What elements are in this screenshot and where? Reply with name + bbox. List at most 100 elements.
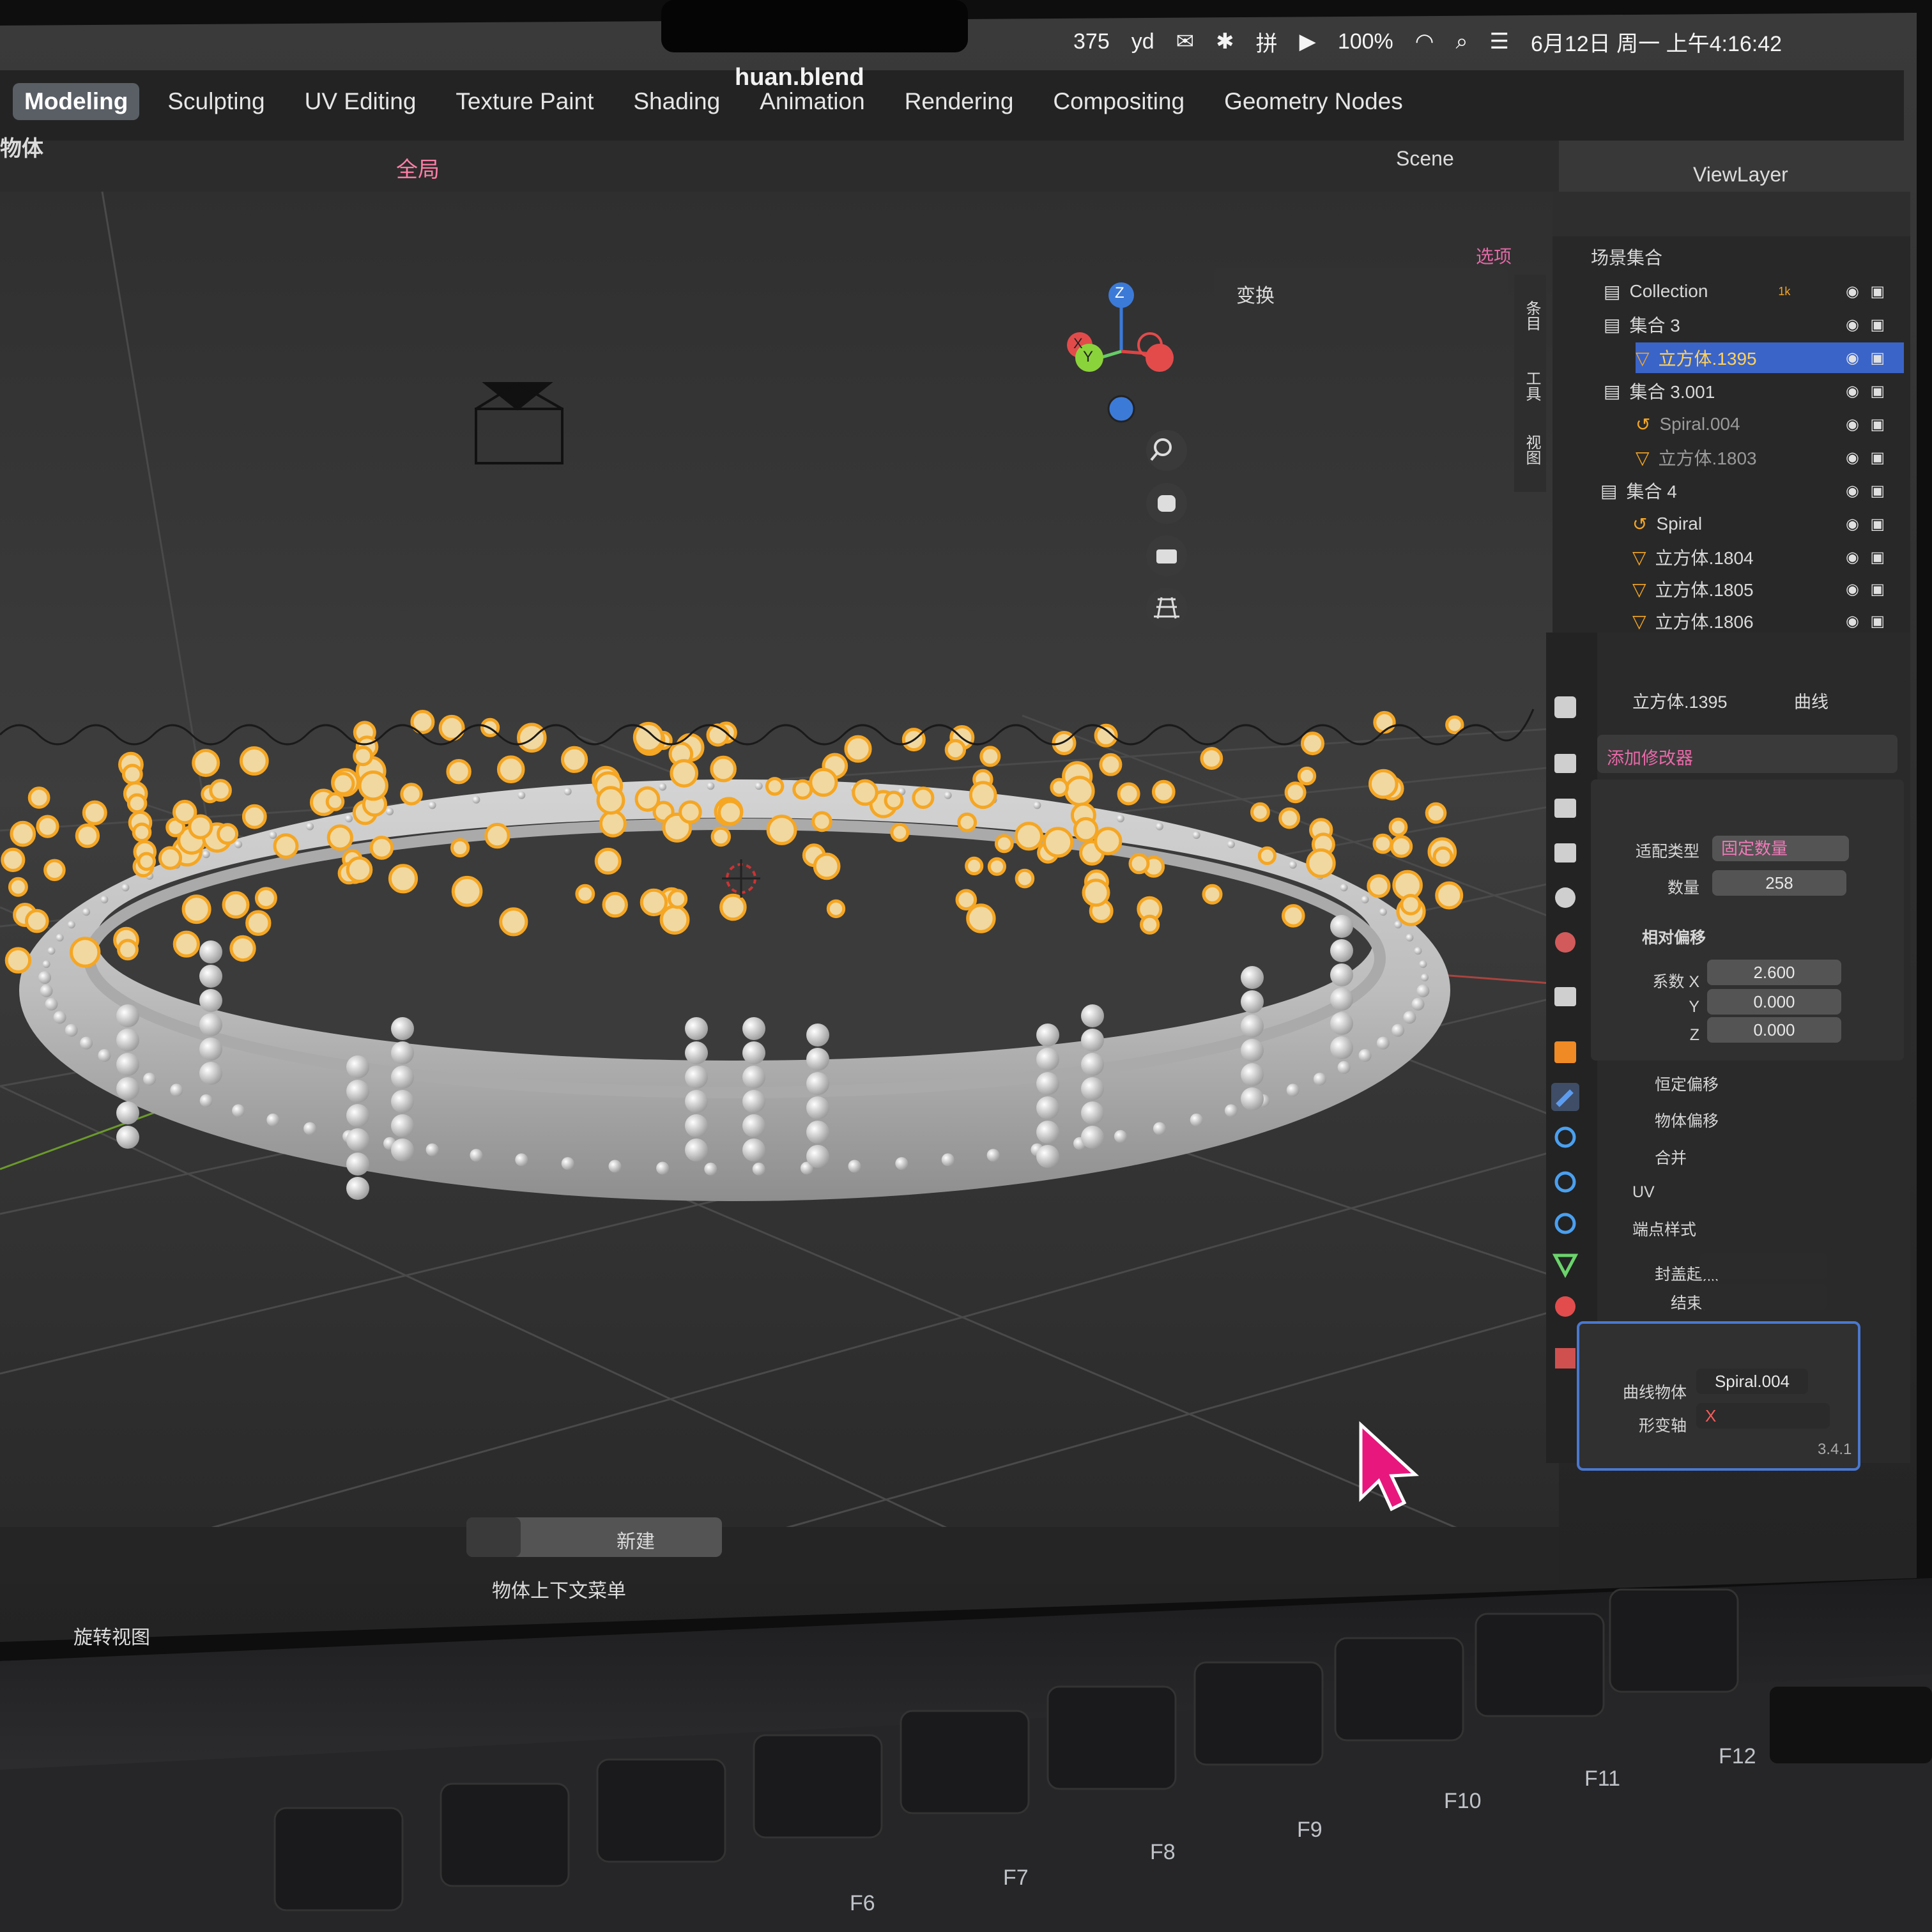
selected-vertex[interactable] [369,836,394,860]
selected-vertex[interactable] [561,746,588,773]
selected-vertex[interactable] [229,935,256,962]
selected-vertex[interactable] [957,812,977,832]
outliner-root[interactable]: 场景集合 [1591,241,1662,272]
selected-vertex[interactable] [75,823,100,848]
outliner-item[interactable]: ↺ Spiral ◉ ▣ [1632,509,1904,539]
selected-vertex[interactable] [852,779,878,806]
selected-vertex[interactable] [912,786,935,809]
selected-vertex[interactable] [1390,835,1413,858]
selected-vertex[interactable] [121,763,143,785]
selected-vertex[interactable] [766,815,797,845]
selected-vertex[interactable] [70,937,101,968]
sidebar-tab-item[interactable]: 条目 [1521,300,1543,331]
selected-vertex[interactable] [450,838,470,858]
menubar-clock[interactable]: 6月12日 周一 上午4:16:42 [1531,26,1782,57]
selected-vertex[interactable] [1050,778,1069,797]
eye-icon[interactable]: ◉ [1846,548,1859,567]
selected-vertex[interactable] [239,746,269,776]
selected-vertex[interactable] [1128,853,1150,875]
selected-vertex[interactable] [1367,874,1391,898]
notification-count[interactable]: 375 [1073,29,1110,54]
workspace-tab-modeling[interactable]: Modeling [13,83,140,120]
selected-vertex[interactable] [994,834,1014,854]
selected-vertex[interactable] [388,864,418,894]
input-method-icon[interactable]: 拼 [1256,26,1278,57]
selected-vertex[interactable] [517,723,547,753]
selected-vertex[interactable] [1014,822,1044,851]
selected-vertex[interactable] [1082,878,1110,907]
selected-vertex[interactable] [254,887,277,910]
outliner-item[interactable]: ▤ Collection 1k ◉ ▣ [1604,276,1904,307]
control-center-icon[interactable]: ☰ [1490,29,1509,54]
selected-vertex[interactable] [8,877,28,897]
workspace-tab-compositing[interactable]: Compositing [1041,83,1196,120]
search-icon[interactable]: ⌕ [1455,29,1468,54]
selected-vertex[interactable] [358,770,388,801]
eye-icon[interactable]: ◉ [1846,349,1859,367]
selected-vertex[interactable] [944,739,967,761]
selected-vertex[interactable] [632,721,664,753]
selected-vertex[interactable] [659,905,690,935]
selected-vertex[interactable] [987,857,1007,876]
selected-vertex[interactable] [602,891,628,918]
camera-render-icon[interactable]: ▣ [1870,316,1885,334]
eye-icon[interactable]: ◉ [1846,415,1859,434]
selected-vertex[interactable] [1257,846,1277,866]
selected-vertex[interactable] [1425,802,1447,824]
selected-vertex[interactable] [241,804,267,829]
selected-vertex[interactable] [1373,710,1396,734]
selected-vertex[interactable] [499,907,528,937]
eye-icon[interactable]: ◉ [1846,316,1859,334]
outliner-item[interactable]: ▤ 集合 4 ◉ ▣ [1600,475,1904,506]
selected-vertex[interactable] [1094,827,1123,855]
selected-vertex[interactable] [326,824,353,851]
selected-vertex[interactable] [1301,732,1324,756]
factor-z-field[interactable]: 0.000 [1707,1017,1841,1043]
selected-vertex[interactable] [496,755,525,783]
selected-vertex[interactable] [884,790,904,811]
selected-vertex[interactable] [1151,779,1176,804]
selected-vertex[interactable] [594,847,622,875]
selected-vertex[interactable] [1,847,26,873]
selected-vertex[interactable] [1278,807,1300,829]
selected-vertex[interactable] [811,811,832,832]
camera-render-icon[interactable]: ▣ [1870,415,1885,434]
eye-icon[interactable]: ◉ [1846,580,1859,599]
selected-vertex[interactable] [217,823,239,845]
selected-vertex[interactable] [813,852,841,880]
outliner-item[interactable]: ▤ 集合 3 ◉ ▣ [1604,309,1904,340]
selected-vertex[interactable] [137,852,157,871]
selected-vertex[interactable] [678,800,702,824]
cap-end-field[interactable] [1699,1284,1827,1310]
selected-vertex[interactable] [1073,816,1099,843]
selected-vertex[interactable] [36,815,59,838]
selected-vertex[interactable] [965,856,984,876]
uv-section[interactable]: UV [1632,1183,1655,1202]
selected-vertex[interactable] [634,786,661,812]
selected-vertex[interactable] [640,888,668,917]
selected-vertex[interactable] [1388,817,1408,837]
breadcrumb-data[interactable]: 曲线 [1794,688,1828,713]
battery-percent[interactable]: 100% [1338,29,1393,54]
selected-vertex[interactable] [4,947,32,974]
workspace-tab-geometry-nodes[interactable]: Geometry Nodes [1213,83,1414,120]
selected-vertex[interactable] [245,910,272,936]
camera-render-icon[interactable]: ▣ [1870,448,1885,467]
outliner-item[interactable]: ▤ 集合 3.001 ◉ ▣ [1604,376,1904,406]
fit-type-select[interactable]: 固定数量 [1712,836,1849,861]
selected-vertex[interactable] [1202,884,1223,905]
sidebar-tab-view[interactable]: 视图 [1521,434,1543,465]
mode-label[interactable]: 物体 [0,131,43,162]
eye-icon[interactable]: ◉ [1846,382,1859,401]
selected-vertex[interactable] [188,814,213,839]
selected-vertex[interactable] [451,875,483,907]
selected-vertex[interactable] [966,903,996,933]
curve-object-field[interactable]: Spiral.004 [1696,1368,1808,1394]
selected-vertex[interactable] [446,759,471,785]
selected-vertex[interactable] [890,822,910,842]
selected-vertex[interactable] [132,822,152,843]
outliner-item[interactable]: ▽ 立方体.1805 ◉ ▣ [1632,574,1904,604]
merge-section[interactable]: 合并 [1655,1146,1687,1169]
outliner-item[interactable]: ↺ Spiral.004 ◉ ▣ [1636,409,1904,440]
workspace-tab-shading[interactable]: Shading [622,83,732,120]
